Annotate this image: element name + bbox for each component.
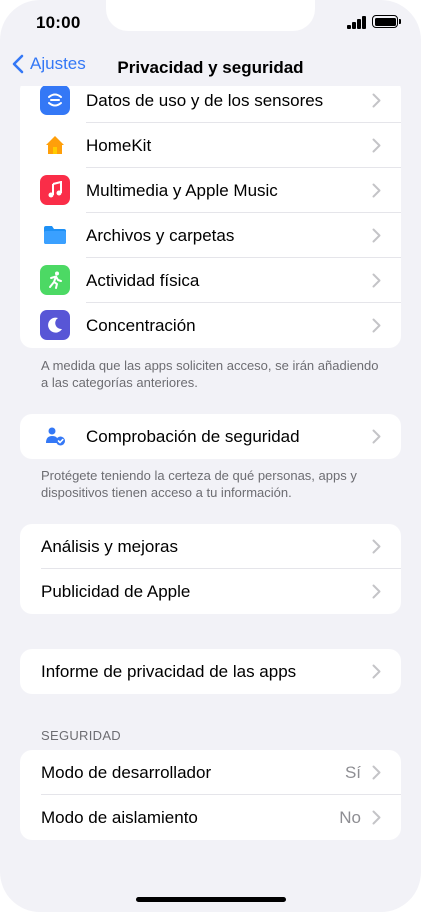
row-label: Multimedia y Apple Music [86, 180, 278, 200]
row-sensor-data[interactable]: Datos de uso y de los sensores [20, 86, 401, 123]
chevron-right-icon [372, 228, 381, 243]
row-media-apple-music[interactable]: Multimedia y Apple Music [20, 168, 401, 213]
chevron-right-icon [372, 539, 381, 554]
row-focus[interactable]: Concentración [20, 303, 401, 348]
safety-check-footnote: Protégete teniendo la certeza de qué per… [41, 468, 357, 500]
sensor-data-icon [40, 86, 70, 115]
status-bar: 10:00 [0, 0, 421, 44]
moon-icon [40, 310, 70, 340]
battery-icon [372, 15, 401, 28]
row-app-privacy-report[interactable]: Informe de privacidad de las apps [20, 649, 401, 694]
row-label: Comprobación de seguridad [86, 426, 300, 446]
chevron-right-icon [372, 429, 381, 444]
row-label: Análisis y mejoras [41, 536, 178, 556]
security-group: Modo de desarrollador Sí Modo de aislami… [20, 750, 401, 840]
running-figure-icon [40, 265, 70, 295]
status-time: 10:00 [36, 13, 81, 32]
chevron-right-icon [372, 273, 381, 288]
row-label: Archivos y carpetas [86, 225, 235, 245]
row-developer-mode[interactable]: Modo de desarrollador Sí [20, 750, 401, 795]
page-title: Privacidad y seguridad [117, 58, 304, 77]
app-privacy-report-group: Informe de privacidad de las apps [20, 649, 401, 694]
chevron-right-icon [372, 664, 381, 679]
row-fitness-activity[interactable]: Actividad física [20, 258, 401, 303]
row-analytics-improvements[interactable]: Análisis y mejoras [20, 524, 401, 569]
safety-check-group: Comprobación de seguridad [20, 414, 401, 459]
row-safety-check[interactable]: Comprobación de seguridad [20, 414, 401, 459]
chevron-right-icon [372, 765, 381, 780]
chevron-right-icon [372, 318, 381, 333]
row-label: HomeKit [86, 135, 152, 155]
home-icon [40, 130, 70, 160]
row-apple-advertising[interactable]: Publicidad de Apple [20, 569, 401, 614]
permissions-group: Datos de uso y de los sensores HomeKit M… [20, 86, 401, 348]
chevron-right-icon [372, 138, 381, 153]
home-indicator[interactable] [136, 897, 286, 902]
folder-icon [40, 220, 70, 250]
row-value: Sí [344, 762, 361, 782]
row-homekit[interactable]: HomeKit [20, 123, 401, 168]
chevron-right-icon [372, 810, 381, 825]
row-label: Informe de privacidad de las apps [41, 661, 297, 681]
chevron-right-icon [372, 584, 381, 599]
settings-scroll-view[interactable]: Datos de uso y de los sensores HomeKit M… [0, 86, 421, 906]
analytics-group: Análisis y mejoras Publicidad de Apple [20, 524, 401, 614]
chevron-right-icon [372, 183, 381, 198]
row-label: Concentración [86, 315, 196, 335]
navigation-bar: Ajustes Privacidad y seguridad [0, 44, 421, 90]
row-label: Publicidad de Apple [41, 581, 191, 601]
row-value: No [339, 807, 361, 827]
row-files-folders[interactable]: Archivos y carpetas [20, 213, 401, 258]
chevron-right-icon [372, 93, 381, 108]
music-note-icon [40, 175, 70, 205]
row-label: Datos de uso y de los sensores [86, 90, 324, 110]
phone-screen: 10:00 Ajustes Privacidad y seguridad Dat… [0, 0, 421, 912]
safety-check-icon [40, 421, 70, 451]
row-lockdown-mode[interactable]: Modo de aislamiento No [20, 795, 401, 840]
security-section-header: SEGURIDAD [41, 728, 121, 743]
row-label: Modo de aislamiento [41, 807, 198, 827]
permissions-footnote: A medida que las apps soliciten acceso, … [41, 358, 379, 390]
row-label: Modo de desarrollador [41, 762, 212, 782]
row-label: Actividad física [86, 270, 200, 290]
cellular-signal-icon [347, 16, 367, 29]
